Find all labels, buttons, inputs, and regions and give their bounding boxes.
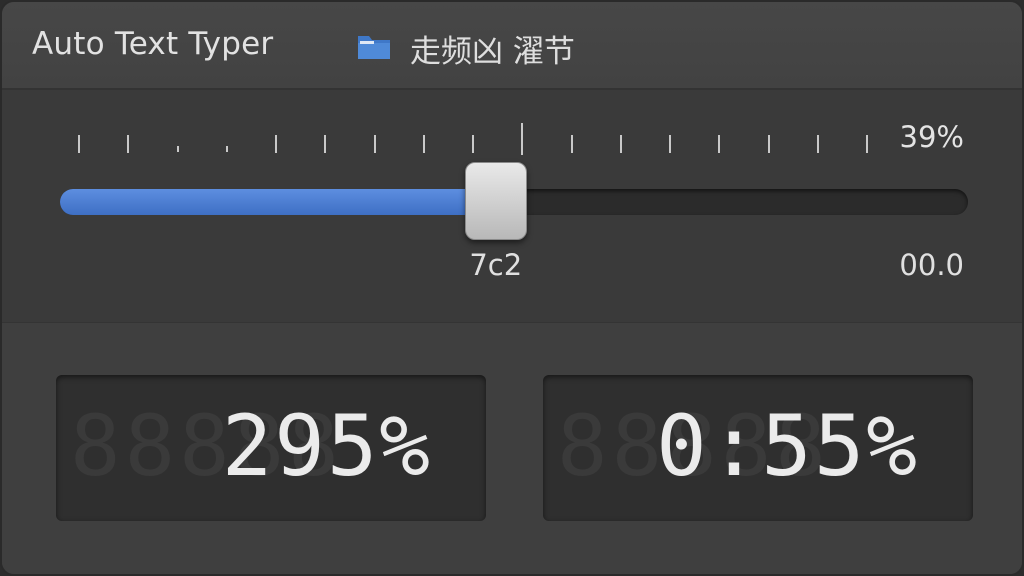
percent-readout: 295% [221,397,432,495]
time-readout: 0:55% [656,397,919,495]
folder-name[interactable]: 走频凶 濯节 [410,26,575,71]
slider-ticks [2,90,1022,170]
app-title: Auto Text Typer [32,26,274,62]
title-bar: Auto Text Typer 走频凶 濯节 [2,2,1022,90]
slider-thumb-value: 7c2 [469,248,523,282]
slider-thumb[interactable] [464,162,527,240]
speed-slider-panel: 39% 7c2 00.0 [2,90,1022,323]
slider-tick [669,135,671,153]
slider-tick [816,135,819,153]
slider-tick [176,146,179,152]
slider-tick [324,135,327,153]
slider-tick [521,123,524,155]
percent-display: 88888 295% [56,375,486,521]
app-window: Auto Text Typer 走频凶 濯节 39% 7c2 00.0 8888… [0,0,1024,576]
readout-area: 88888 295% 88888 0:55% [2,323,1022,574]
slider-tick [718,135,721,153]
folder-icon[interactable] [357,32,391,60]
slider-max-value: 00.0 [899,248,964,282]
slider-tick [78,135,80,153]
slider-tick [422,135,425,153]
slider-tick [225,146,228,152]
slider-percent-label: 39% [899,120,964,154]
slider-tick [767,135,770,153]
slider-tick [373,135,376,153]
slider-tick [570,135,573,153]
slider-tick [472,135,474,153]
slider-tick [275,135,277,153]
time-display: 88888 0:55% [543,375,973,521]
slider-tick [866,135,868,153]
slider-tick [619,135,622,153]
slider-fill [60,189,496,215]
slider-tick [127,135,130,153]
